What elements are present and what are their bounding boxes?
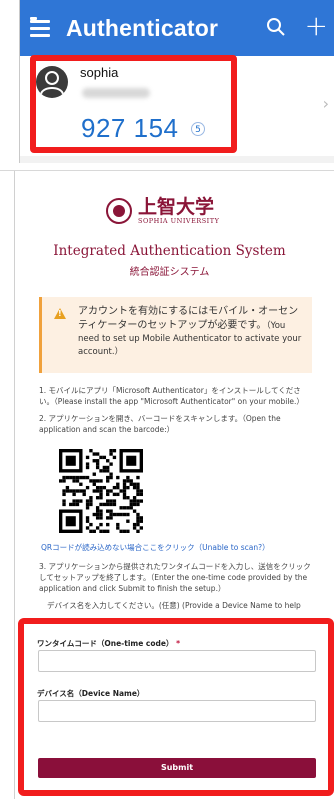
menu-icon[interactable] xyxy=(30,17,50,37)
step-enter-code: 3. アプリケーションから提供されたワンタイムコードを入力し、送信をクリックして… xyxy=(39,562,311,593)
seal-icon xyxy=(106,198,132,225)
device-name-hint: デバイス名を入力してください。(任意) (Provide a Device Na… xyxy=(47,601,301,610)
setup-steps: 1. モバイルにアプリ「Microsoft Authenticator」をインス… xyxy=(39,385,312,617)
qr-code xyxy=(59,449,143,533)
add-icon[interactable]: + xyxy=(305,12,328,40)
notification-dot-icon xyxy=(30,17,37,20)
university-logo: 上智大学 SOPHIA UNIVERSITY xyxy=(106,198,219,225)
unable-to-scan-link[interactable]: QRコードが読み込めない場合ここをクリック（Unable to scan?） xyxy=(41,542,312,553)
page-title: Integrated Authentication System xyxy=(53,243,286,259)
chevron-right-icon[interactable]: › xyxy=(323,94,329,113)
logo-english: SOPHIA UNIVERSITY xyxy=(138,217,220,225)
logo-japanese: 上智大学 xyxy=(138,196,215,218)
warning-icon xyxy=(54,308,66,319)
app-bar: Authenticator + xyxy=(20,0,334,56)
step-install: 1. モバイルにアプリ「Microsoft Authenticator」をインス… xyxy=(39,386,304,406)
warning-alert: アカウントを有効にするにはモバイル・オーセンティケーターのセットアップが必要です… xyxy=(39,297,312,373)
page-subtitle: 統合認証システム xyxy=(129,267,210,278)
highlight-box-account xyxy=(30,55,237,153)
step-scan: 2. アプリケーションを開き、バーコードをスキャンします。（Open the a… xyxy=(39,414,281,434)
highlight-box-form xyxy=(18,618,334,796)
app-title: Authenticator xyxy=(66,14,219,41)
search-icon[interactable] xyxy=(266,17,286,37)
